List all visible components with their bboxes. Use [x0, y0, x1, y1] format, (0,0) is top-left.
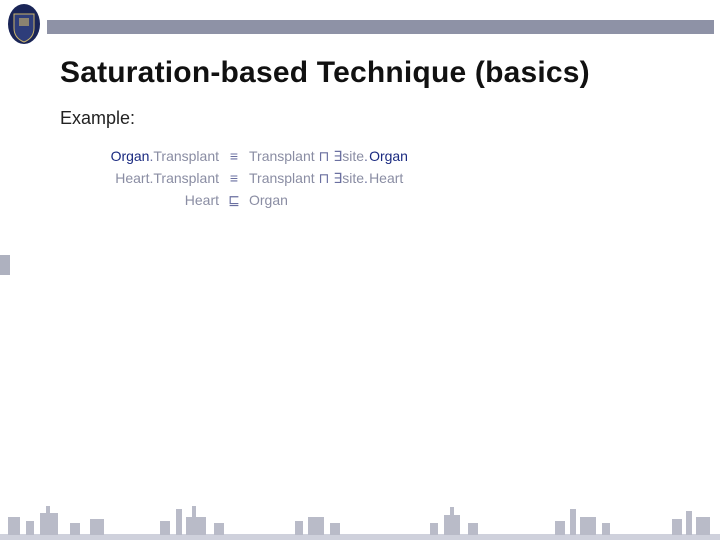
axiom-rhs: Transplant ⊓ ∃site. Heart [243, 167, 403, 189]
exists-icon: ∃ [333, 170, 342, 186]
header-stripe [47, 20, 714, 34]
conjunction-icon: ⊓ [319, 170, 330, 186]
concept-name: Organ [369, 148, 408, 164]
axiom-list: Organ.Transplant ≡ Transplant ⊓ ∃site. O… [0, 145, 720, 211]
concept-name: Organ [111, 148, 150, 164]
slide-title: Saturation-based Technique (basics) [60, 56, 590, 90]
slide-header [0, 0, 720, 46]
conjunction-icon: ⊓ [319, 148, 330, 164]
axiom-row: Heart.Transplant ≡ Transplant ⊓ ∃site. H… [0, 167, 720, 189]
concept-name: Transplant [249, 170, 315, 186]
concept-name: Heart [185, 192, 219, 208]
exists-icon: ∃ [333, 148, 342, 164]
equivalence-icon: ≡ [225, 145, 243, 167]
concept-name: Transplant [249, 148, 315, 164]
axiom-lhs: Organ.Transplant [0, 145, 225, 167]
example-label: Example: [60, 108, 135, 129]
slide-progress-marker [0, 255, 10, 275]
role-name: site [342, 148, 364, 164]
axiom-rhs: Transplant ⊓ ∃site. Organ [243, 145, 408, 167]
footer-ground [0, 534, 720, 540]
axiom-row: Heart ⊑ Organ [0, 189, 720, 211]
equivalence-icon: ≡ [225, 167, 243, 189]
role-name: site [342, 170, 364, 186]
concept-name: Heart.Transplant [115, 170, 219, 186]
concept-name: Organ [249, 192, 288, 208]
concept-name: Heart [369, 170, 403, 186]
concept-name: Transplant [153, 148, 219, 164]
university-crest-icon [6, 2, 42, 46]
axiom-row: Organ.Transplant ≡ Transplant ⊓ ∃site. O… [0, 145, 720, 167]
axiom-lhs: Heart [0, 189, 225, 211]
footer-skyline [0, 506, 720, 540]
axiom-lhs: Heart.Transplant [0, 167, 225, 189]
axiom-rhs: Organ [243, 189, 288, 211]
subsumption-icon: ⊑ [225, 189, 243, 211]
